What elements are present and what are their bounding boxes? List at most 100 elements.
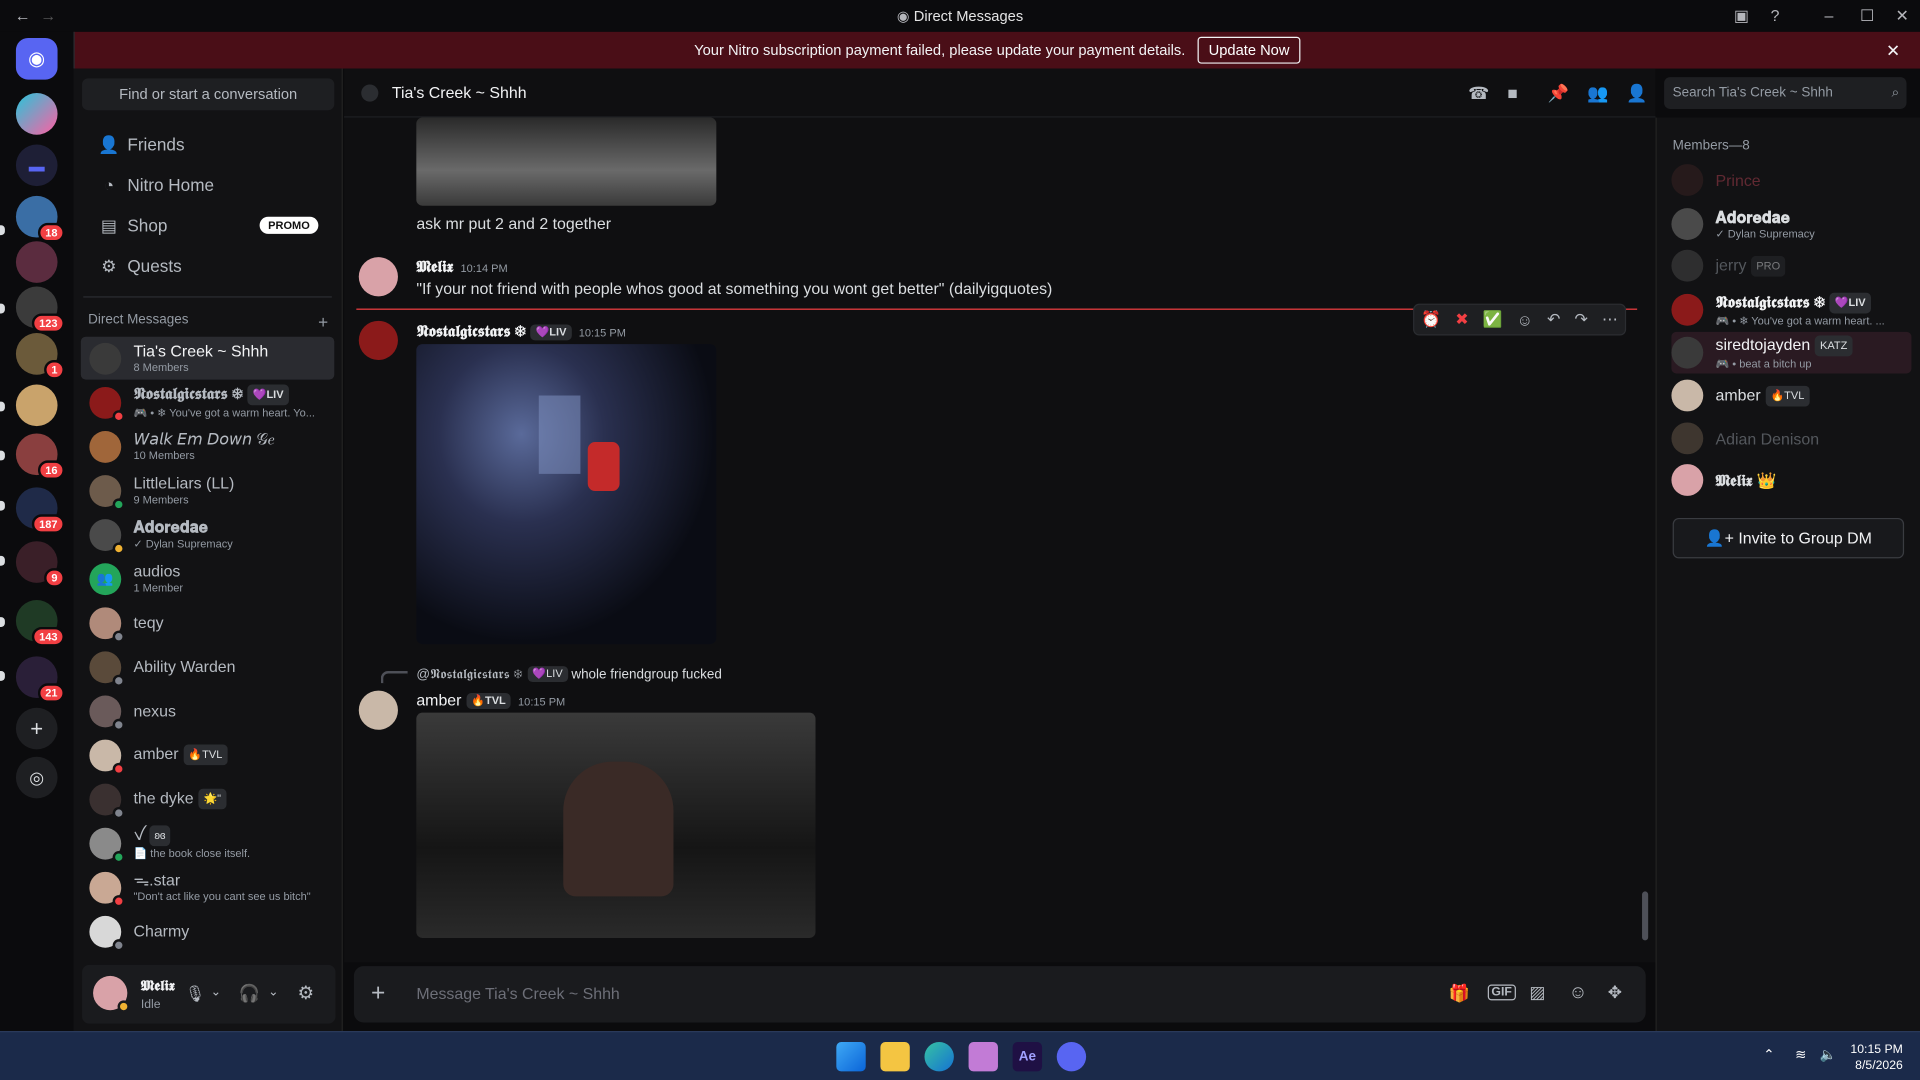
inbox-icon[interactable]: ▣ <box>1734 6 1749 26</box>
invite-to-group-dm-button[interactable]: 👤+ Invite to Group DM <box>1672 517 1905 559</box>
settings-gear-icon[interactable]: ⚙ <box>298 982 314 1004</box>
create-dm-plus-icon[interactable]: + <box>318 312 328 332</box>
server-folder[interactable]: 21 <box>15 656 65 703</box>
windows-start-icon[interactable] <box>836 1042 866 1072</box>
after-effects-icon[interactable]: Ae <box>1012 1042 1043 1072</box>
message-author[interactable]: amber 🔥TVL 10:15 PM <box>416 691 565 709</box>
dm-item[interactable]: Ability Warden <box>81 645 334 688</box>
nav-shop[interactable]: ▤ Shop PROMO <box>83 207 333 244</box>
alarm-clock-icon[interactable]: ⏰ <box>1421 310 1441 330</box>
file-explorer-icon[interactable] <box>880 1042 910 1072</box>
member-item[interactable]: 𝕹𝖔𝖘𝖙𝖆𝖑𝖌𝖎𝖈𝖘𝖙𝖆𝖗𝖘 ❄ 💜LIV 🎮 • ❄ You've got a w… <box>1671 289 1911 331</box>
chevron-down-icon[interactable]: ⌄ <box>268 986 278 999</box>
sticker-icon[interactable]: ▨ <box>1529 982 1545 1003</box>
image-attachment[interactable] <box>416 712 816 938</box>
minimize-icon[interactable]: – <box>1824 6 1833 24</box>
attach-plus-icon[interactable]: + <box>371 980 385 1008</box>
app-icon[interactable] <box>968 1042 998 1072</box>
image-attachment[interactable] <box>416 344 717 645</box>
dm-item[interactable]: nexus <box>81 689 334 732</box>
help-icon[interactable]: ? <box>1771 6 1780 24</box>
wifi-icon[interactable]: ≋ <box>1795 1047 1806 1063</box>
member-item[interactable]: Adian Denison <box>1671 418 1911 460</box>
nav-friends[interactable]: 👤 Friends <box>83 126 333 163</box>
member-item[interactable]: 𝕸𝖊𝖑𝖎𝖝 👑 <box>1671 459 1911 501</box>
dm-item[interactable]: 𝐀𝐝𝐨𝐫𝐞𝐝𝐚𝐞 ✓ Dylan Supremacy <box>81 513 334 556</box>
dm-item[interactable]: LittleLiars (LL) 9 Members <box>81 469 334 512</box>
avatar[interactable] <box>93 975 130 1013</box>
member-item[interactable]: amber 🔥TVL <box>1671 375 1911 417</box>
close-icon[interactable]: ✕ <box>1886 40 1900 61</box>
dm-item[interactable]: 𝘞𝘢𝘭𝘬 𝘌𝘮 𝘋𝘰𝘸𝘯 𝒢𝑒 10 Members <box>81 425 334 468</box>
add-server-button[interactable]: + <box>15 707 58 750</box>
dm-item[interactable]: 𝕹𝖔𝖘𝖙𝖆𝖑𝖌𝖎𝖈𝖘𝖙𝖆𝖗𝖘 ❄ 💜LIV 🎮 • ❄ You've got a w… <box>81 381 334 424</box>
maximize-icon[interactable]: ☐ <box>1860 6 1874 26</box>
update-now-button[interactable]: Update Now <box>1197 36 1301 64</box>
reply-preview[interactable]: @𝕹𝖔𝖘𝖙𝖆𝖑𝖌𝖎𝖈𝖘𝖙𝖆𝖗𝖘 ❄ 💜LIV whole friendgroup … <box>416 666 722 683</box>
nav-quests[interactable]: ⚙ Quests <box>83 247 333 284</box>
server-icon[interactable]: 123 <box>15 286 65 334</box>
emoji-icon[interactable]: ☺ <box>1569 982 1588 1003</box>
chevron-down-icon[interactable]: ⌄ <box>211 986 221 999</box>
discover-button[interactable]: ◎ <box>15 756 58 799</box>
dm-item[interactable]: amber 🔥TVL <box>81 733 334 776</box>
nav-nitro-home[interactable]: ◔ Nitro Home <box>83 167 333 204</box>
more-options-icon[interactable]: ⋯ <box>1602 310 1618 330</box>
forward-icon[interactable]: ↷ <box>1574 310 1587 330</box>
server-folder[interactable]: 187 <box>15 487 65 534</box>
dm-item[interactable]: Charmy <box>81 910 334 953</box>
dm-item[interactable]: 👥 audios 1 Member <box>81 557 334 600</box>
gif-icon[interactable]: GIF <box>1487 984 1516 1001</box>
server-icon[interactable] <box>15 93 58 135</box>
member-item[interactable]: Prince <box>1671 159 1911 201</box>
home-button[interactable]: ◉ <box>15 37 58 80</box>
message-author[interactable]: 𝕹𝖔𝖘𝖙𝖆𝖑𝖌𝖎𝖈𝖘𝖙𝖆𝖗𝖘 ❄ 💜LIV 10:15 PM <box>416 322 626 342</box>
search-input[interactable]: Search Tia's Creek ~ Shhh ⌕ <box>1664 77 1907 109</box>
server-folder[interactable]: 9 <box>15 541 65 588</box>
pinned-messages-icon[interactable]: 📌 <box>1548 83 1569 104</box>
gift-icon[interactable]: 🎁 <box>1449 983 1470 1004</box>
folder-icon[interactable]: ▬ <box>15 144 58 187</box>
add-friends-icon[interactable]: 👥 <box>1587 83 1608 104</box>
member-item[interactable]: 𝐀𝐝𝐨𝐫𝐞𝐝𝐚𝐞 ✓ Dylan Supremacy <box>1671 203 1911 245</box>
avatar[interactable] <box>358 690 398 730</box>
discord-taskbar-icon[interactable] <box>1056 1042 1087 1072</box>
find-conversation-input[interactable]: Find or start a conversation <box>82 78 335 111</box>
apps-icon[interactable]: ✥ <box>1608 982 1622 1003</box>
message-composer[interactable]: + Message Tia's Creek ~ Shhh 🎁 GIF ▨ ☺ ✥ <box>353 966 1646 1023</box>
member-item[interactable]: siredtojayden KATZ 🎮 • beat a bitch up <box>1671 331 1912 374</box>
dm-item[interactable]: teqy <box>81 601 334 644</box>
edge-browser-icon[interactable] <box>924 1042 954 1072</box>
volume-icon[interactable]: 🔈 <box>1820 1047 1837 1063</box>
server-folder[interactable]: 143 <box>15 600 65 647</box>
video-call-icon[interactable]: ■ <box>1507 83 1517 103</box>
member-list-icon[interactable]: 👤 <box>1626 83 1647 104</box>
server-icon[interactable]: 1 <box>15 333 65 380</box>
server-icon[interactable] <box>15 241 58 283</box>
cross-mark-icon[interactable]: ✖ <box>1455 310 1468 330</box>
add-reaction-icon[interactable]: ☺ <box>1517 310 1533 328</box>
chevron-up-icon[interactable]: ⌃ <box>1763 1047 1774 1063</box>
microphone-icon[interactable]: 🎙 <box>185 984 205 1004</box>
close-window-icon[interactable]: ✕ <box>1896 6 1909 26</box>
server-icon[interactable] <box>15 384 58 427</box>
headphones-icon[interactable]: 🎧 <box>239 983 260 1004</box>
dm-item[interactable]: Tia's Creek ~ Shhh 8 Members <box>80 336 335 380</box>
member-item[interactable]: jerry PRO <box>1671 245 1911 287</box>
dm-item[interactable]: ꪜ ʚɞ 📄 the book close itself. <box>81 822 334 865</box>
server-icon[interactable]: 16 <box>15 433 65 481</box>
server-icon[interactable]: 18 <box>15 195 65 243</box>
voice-call-icon[interactable]: ☎ <box>1468 83 1489 104</box>
reply-icon[interactable]: ↶ <box>1547 310 1560 330</box>
image-attachment[interactable] <box>416 117 717 206</box>
check-mark-icon[interactable]: ✅ <box>1483 310 1503 330</box>
dm-item[interactable]: the dyke 🌟" <box>81 778 334 821</box>
avatar[interactable] <box>358 257 398 297</box>
scrollbar-thumb[interactable] <box>1642 891 1649 941</box>
system-clock[interactable]: 10:15 PM 8/5/2026 <box>1850 1042 1902 1074</box>
nav-label: Friends <box>127 134 185 155</box>
message-author[interactable]: 𝕸𝖊𝖑𝖎𝖝 10:14 PM <box>416 257 507 277</box>
avatar[interactable] <box>358 320 398 361</box>
message-input[interactable]: Message Tia's Creek ~ Shhh <box>416 984 619 1002</box>
dm-item[interactable]: ᯓ.star "Don't act like you cant see us bi… <box>81 866 334 909</box>
